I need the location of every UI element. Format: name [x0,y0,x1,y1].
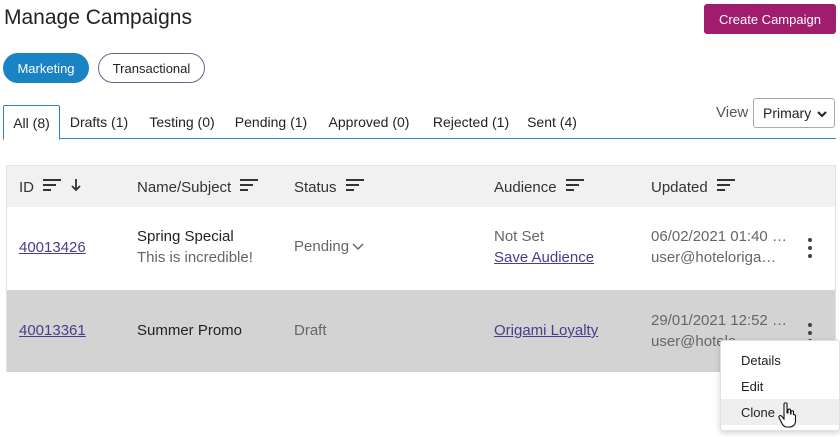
status-tabs: All (8) Drafts (1) Testing (0) Pending (… [3,105,836,140]
status-text: Draft [294,322,327,339]
menu-item-edit[interactable]: Edit [721,373,839,399]
table-row: 40013361 Summer Promo Draft Origami Loya… [7,290,835,372]
view-select[interactable]: Primary [753,98,835,128]
pill-marketing[interactable]: Marketing [3,53,89,83]
tab-testing[interactable]: Testing (0) [142,105,222,139]
status-dropdown[interactable]: Pending [294,238,364,255]
sort-icon[interactable] [42,178,62,196]
view-select-value: Primary [763,105,812,121]
tab-pending[interactable]: Pending (1) [230,105,312,139]
menu-item-details[interactable]: Details [721,347,839,373]
tab-rejected[interactable]: Rejected (1) [426,105,516,139]
save-audience-link[interactable]: Save Audience [494,249,594,266]
updated-date: 06/02/2021 01:40 … [651,228,787,245]
updated-by: user@hoteloriga… [651,249,777,266]
sort-icon[interactable] [565,178,585,196]
updated-date: 29/01/2021 12:52 … [651,312,787,329]
view-label: View [716,104,749,121]
pill-transactional[interactable]: Transactional [98,53,205,83]
create-campaign-button[interactable]: Create Campaign [704,4,836,34]
column-header-name[interactable]: Name/Subject [137,178,259,196]
campaign-subject: This is incredible! [137,249,253,266]
column-header-status[interactable]: Status [294,178,365,196]
campaign-id-link[interactable]: 40013361 [19,322,86,339]
column-header-id[interactable]: ID [19,178,82,196]
campaign-id-link[interactable]: 40013426 [19,239,86,256]
hand-cursor-icon [778,402,797,433]
tab-all[interactable]: All (8) [3,105,60,140]
audience-value: Not Set [494,228,545,245]
table-header: ID Name/Subject Status Audience Updated [7,166,835,207]
page-title: Manage Campaigns [4,6,192,29]
tab-sent[interactable]: Sent (4) [522,105,582,139]
chevron-down-icon [816,107,828,123]
sort-icon[interactable] [716,178,736,196]
sort-icon[interactable] [345,178,365,196]
audience-link[interactable]: Origami Loyalty [494,322,598,339]
row-actions-icon[interactable] [807,238,813,258]
table-row: 40013426 Spring Special This is incredib… [7,207,835,290]
sort-icon[interactable] [239,178,259,196]
chevron-down-icon [352,238,364,255]
tab-drafts[interactable]: Drafts (1) [63,105,135,139]
column-header-audience[interactable]: Audience [494,178,585,196]
tab-approved[interactable]: Approved (0) [323,105,415,139]
campaign-name: Spring Special [137,228,234,245]
arrow-down-icon[interactable] [70,178,82,196]
column-header-updated[interactable]: Updated [651,178,736,196]
campaign-name: Summer Promo [137,322,243,339]
campaigns-table: ID Name/Subject Status Audience Updated … [6,165,836,372]
